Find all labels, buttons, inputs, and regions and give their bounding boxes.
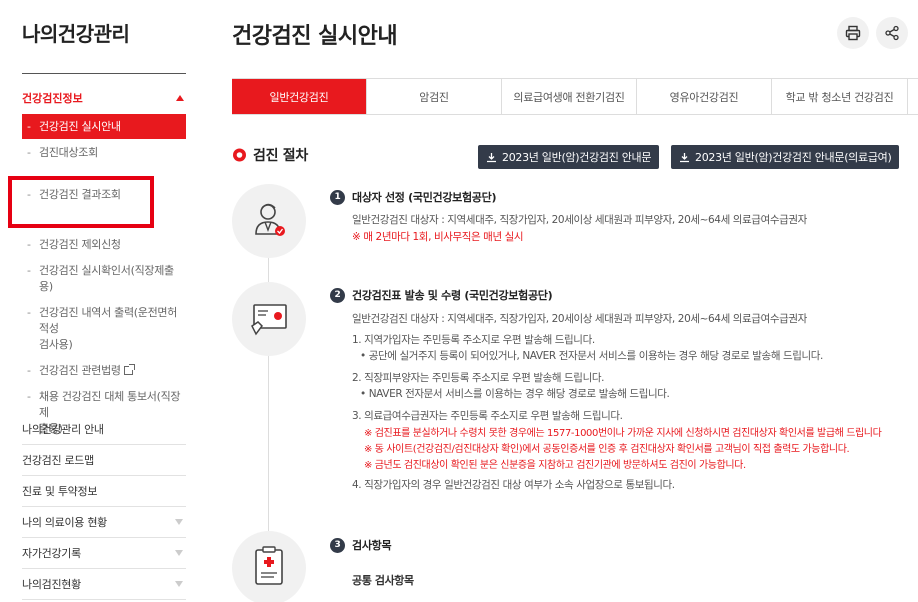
download-medicaid-guide-button[interactable]: 2023년 일반(암)건강검진 안내문(의료급여): [671, 145, 900, 169]
step-note: ※ 금년도 검진대상이 확인된 분은 신분증을 지참하고 검진기관에 방문하셔도…: [364, 460, 746, 471]
chevron-down-icon: [175, 550, 183, 556]
menu-item-treatment-info[interactable]: 진료 및 투약정보: [22, 476, 186, 507]
menu-item-health-guide[interactable]: 나의건강관리 안내: [22, 414, 186, 445]
step-2: 2 건강검진표 발송 및 수령 (국민건강보험공단) 일반건강검진 대상자 : …: [330, 287, 918, 491]
sidebar-divider: [22, 73, 186, 74]
step-number: 3: [330, 537, 345, 553]
document-card-icon: [251, 304, 287, 336]
step-list-item: 2. 직장피부양자는 주민등록 주소지로 우편 발송해 드립니다.: [352, 372, 605, 384]
tab-cancer-checkup[interactable]: 암검진: [367, 79, 502, 114]
step-note: ※ 매 2년마다 1회, 비사무직은 매년 실시: [352, 231, 524, 243]
step-list-subitem: • 공단에 실거주지 등록이 되어있거나, NAVER 전자문서 서비스를 이용…: [360, 350, 823, 362]
chevron-down-icon: [175, 581, 183, 587]
step-1-illustration: [232, 184, 306, 258]
sidebar-title: 나의건강관리: [22, 22, 130, 46]
highlight-annotation-box: [8, 176, 154, 228]
download-icon: [487, 152, 496, 162]
download-guide-button[interactable]: 2023년 일반(암)건강검진 안내문: [478, 145, 660, 169]
timeline-connector: [268, 356, 269, 531]
chevron-down-icon: [175, 519, 183, 525]
sidebar-item-related-law[interactable]: 건강검진 관련법령: [22, 363, 186, 379]
step-list-subitem: • NAVER 전자문서 서비스를 이용하는 경우 해당 경로로 발송해 드립니…: [360, 388, 670, 400]
step-number: 2: [330, 287, 345, 303]
section-header: 검진 절차: [232, 145, 308, 165]
download-icon: [680, 152, 689, 162]
step-subtitle: 공통 검사항목: [352, 574, 414, 587]
share-button[interactable]: [876, 17, 908, 49]
location-pin-icon: [233, 148, 246, 161]
chevron-up-icon: [176, 95, 184, 101]
tab-youth-checkup[interactable]: 학교 밖 청소년 건강검진: [772, 79, 908, 114]
sidebar: 나의건강관리 건강검진정보 건강검진 실시안내 검진대상조회 건강검진 결과조회…: [0, 0, 200, 602]
tab-general-checkup[interactable]: 일반건강검진: [232, 79, 367, 114]
sidebar-item-exclusion-request[interactable]: 건강검진 제외신청: [22, 237, 186, 253]
menu-item-medical-usage[interactable]: 나의 의료이용 현황: [22, 507, 186, 538]
step-2-illustration: [232, 282, 306, 356]
sidebar-item-confirmation[interactable]: 건강검진 실시확인서(직장제출용): [22, 263, 186, 295]
sidebar-item-history-print[interactable]: 건강검진 내역서 출력(운전면허적성검사용): [22, 305, 186, 353]
external-link-icon: [123, 364, 135, 375]
step-1: 1 대상자 선정 (국민건강보험공단) 일반건강검진 대상자 : 지역세대주, …: [330, 189, 918, 243]
printer-icon: [845, 25, 861, 41]
menu-item-roadmap[interactable]: 건강검진 로드맵: [22, 445, 186, 476]
menu-item-self-record[interactable]: 자가건강기록: [22, 538, 186, 569]
share-icon: [885, 25, 899, 41]
step-number: 1: [330, 189, 345, 205]
step-note: ※ 동 사이트(건강검진/검진대상자 확인)에서 공동인증서를 인증 후 검진대…: [364, 444, 850, 455]
timeline-connector: [268, 258, 269, 284]
step-note: ※ 검진표를 분실하거나 수령치 못한 경우에는 1577-1000번이나 가까…: [364, 428, 882, 439]
step-title: 대상자 선정 (국민건강보험공단): [352, 191, 497, 204]
step-list-item: 4. 직장가입자의 경우 일반건강검진 대상 여부가 소속 사업장으로 통보됩니…: [352, 479, 675, 491]
sidebar-sub-list: 건강검진 실시안내 검진대상조회 건강검진 결과조회 건강검진 제외신청 건강검…: [22, 114, 186, 437]
sidebar-section-header[interactable]: 건강검진정보: [22, 90, 186, 106]
checkup-tabs: 일반건강검진 암검진 의료급여생애 전환기검진 영유아건강검진 학교 밖 청소년…: [232, 78, 918, 115]
print-button[interactable]: [837, 17, 869, 49]
step-list-item: 1. 지역가입자는 주민등록 주소지로 우편 발송해 드립니다.: [352, 334, 595, 346]
step-3: 3 검사항목 공통 검사항목: [330, 537, 918, 587]
sidebar-main-menu: 나의건강관리 안내 건강검진 로드맵 진료 및 투약정보 나의 의료이용 현황 …: [22, 414, 186, 600]
medical-record-icon: [255, 546, 283, 585]
step-title: 검사항목: [352, 539, 392, 552]
menu-item-checkup-status[interactable]: 나의검진현황: [22, 569, 186, 600]
step-3-illustration: [232, 531, 306, 602]
step-text: 일반건강검진 대상자 : 지역세대주, 직장가입자, 20세이상 세대원과 피부…: [352, 214, 807, 226]
step-text: 일반건강검진 대상자 : 지역세대주, 직장가입자, 20세이상 세대원과 피부…: [352, 313, 807, 325]
page-title: 건강검진 실시안내: [232, 24, 398, 49]
tab-medicaid-transition[interactable]: 의료급여생애 전환기검진: [502, 79, 637, 114]
person-icon: [255, 203, 285, 236]
tab-infant-checkup[interactable]: 영유아건강검진: [637, 79, 772, 114]
step-title: 건강검진표 발송 및 수령 (국민건강보험공단): [352, 289, 553, 302]
sidebar-item-checkup-guide[interactable]: 건강검진 실시안내: [22, 114, 186, 139]
step-list-item: 3. 의료급여수급권자는 주민등록 주소지로 우편 발송해 드립니다.: [352, 410, 623, 422]
sidebar-section-label: 건강검진정보: [22, 92, 83, 105]
sidebar-item-target-lookup[interactable]: 검진대상조회: [22, 145, 186, 161]
section-title: 검진 절차: [253, 148, 308, 164]
